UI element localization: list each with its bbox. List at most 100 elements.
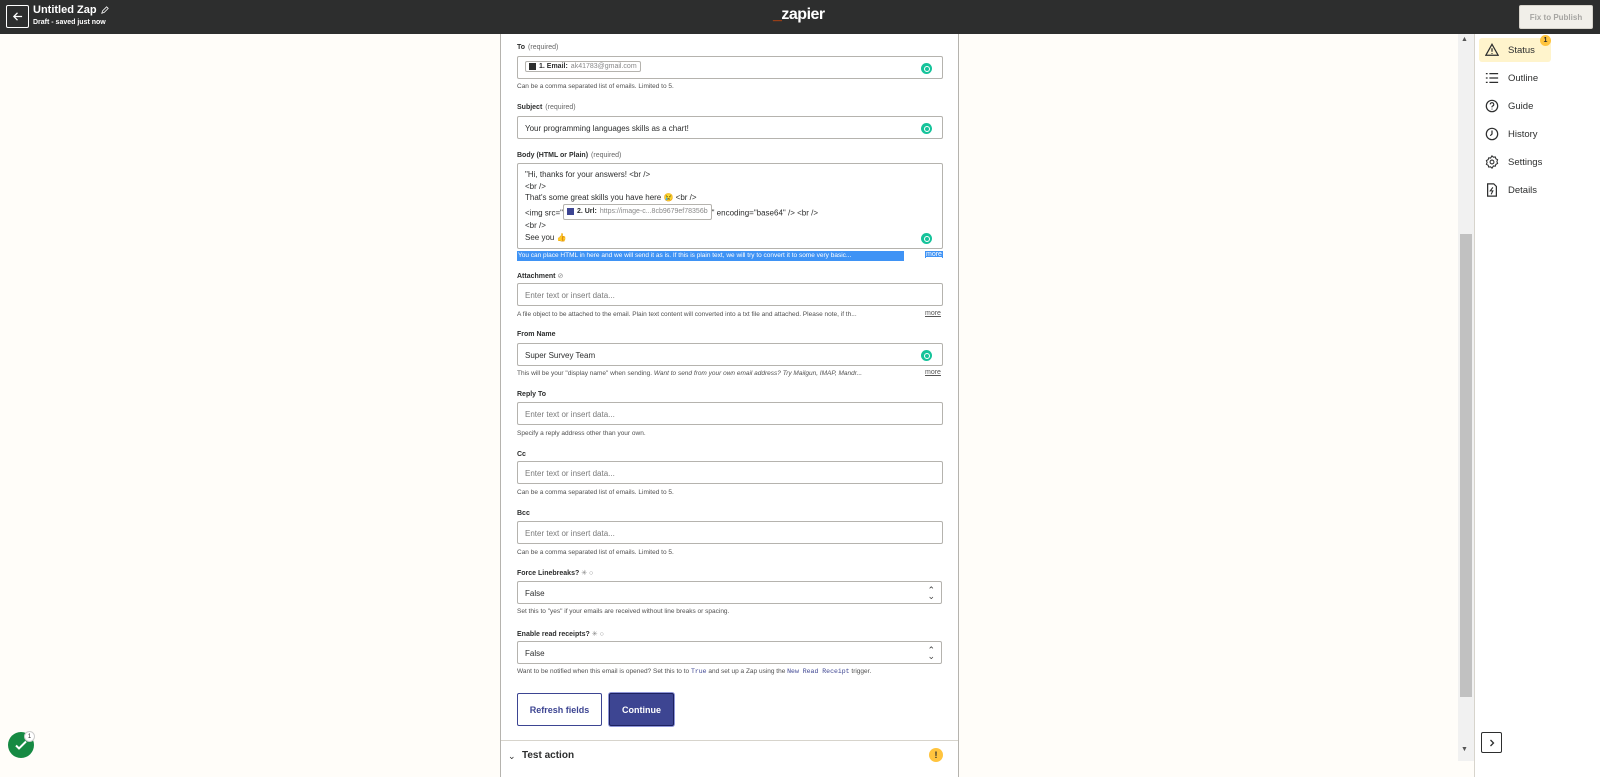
force-linebreaks-select[interactable]: False ⌃ ⌄ [517, 581, 942, 604]
help-text: This will be your "display name" when se… [517, 370, 653, 377]
sidebar-item-guide[interactable]: Guide [1479, 94, 1551, 118]
reply-to-help: Specify a reply address other than your … [517, 430, 646, 437]
sidebar-item-details[interactable]: Details [1479, 178, 1551, 202]
sidebar-item-settings[interactable]: Settings [1479, 150, 1551, 174]
cc-help: Can be a comma separated list of emails.… [517, 489, 674, 496]
expand-sidebar-button[interactable] [1481, 732, 1502, 753]
help-italic-text: Want to send from your own email address… [653, 370, 863, 377]
read-receipts-select[interactable]: False ⌃ ⌄ [517, 641, 942, 664]
refresh-fields-button[interactable]: Refresh fields [517, 693, 602, 726]
scroll-up-arrow[interactable]: ▲ [1461, 36, 1468, 43]
help-code: True [690, 668, 707, 675]
subject-label: Subject (required) [517, 104, 576, 111]
zap-title-text: Untitled Zap [33, 4, 97, 16]
subject-label-text: Subject [517, 104, 543, 111]
body-line: <br /> [525, 181, 546, 191]
clock-icon [1485, 127, 1499, 141]
cc-field[interactable]: Enter text or insert data... [517, 461, 943, 484]
attachment-label-text: Attachment [517, 273, 556, 280]
body-line: <img src=" 2. Url: https://image-c...8cb96… [525, 204, 935, 220]
read-receipts-label: Enable read receipts? ✳ ○ [517, 630, 604, 638]
email-data-pill[interactable]: 1. Email: ak41783@gmail.com [525, 61, 641, 72]
grammarly-icon[interactable] [921, 233, 932, 244]
zap-title[interactable]: Untitled Zap [33, 4, 109, 16]
url-data-pill[interactable]: 2. Url: https://image-c...8cb9679ef78356b [562, 204, 712, 220]
help-code: New Read Receipt [787, 668, 850, 675]
subject-field[interactable]: Your programming languages skills as a c… [517, 116, 943, 139]
sidebar-item-label: Settings [1508, 156, 1543, 168]
body-text: <img src=" [525, 208, 563, 218]
select-value: False [525, 589, 545, 598]
help-text: and set up a Zap using the [708, 668, 786, 675]
attachment-placeholder: Enter text or insert data... [525, 291, 615, 300]
pencil-icon[interactable] [100, 6, 109, 14]
from-name-help: This will be your "display name" when se… [517, 370, 921, 377]
grammarly-icon[interactable] [921, 63, 932, 74]
gear-icon [1485, 155, 1499, 169]
continue-button[interactable]: Continue [609, 693, 674, 726]
to-help: Can be a comma separated list of emails.… [517, 83, 674, 90]
body-label-text: Body (HTML or Plain) [517, 152, 589, 159]
cc-label: Cc [517, 451, 526, 458]
grammarly-icon[interactable] [921, 123, 932, 134]
fix-to-publish-button[interactable]: Fix to Publish [1519, 5, 1593, 29]
bcc-field[interactable]: Enter text or insert data... [517, 521, 943, 544]
required-tag: (required) [545, 104, 576, 111]
status-badge: 1 [1540, 35, 1551, 46]
help-text: Want to be notified when this email is o… [517, 668, 690, 675]
bcc-help: Can be a comma separated list of emails.… [517, 549, 674, 556]
arrow-left-icon [12, 12, 23, 21]
sidebar-item-outline[interactable]: Outline [1479, 66, 1551, 90]
force-linebreaks-help: Set this to "yes" if your emails are rec… [517, 608, 730, 615]
from-name-value: Super Survey Team [525, 351, 596, 360]
help-text: trigger. [851, 668, 872, 675]
reply-to-field[interactable]: Enter text or insert data... [517, 402, 943, 425]
right-sidebar: Status Outline Guide History Settings De… [1474, 34, 1600, 777]
body-more-link[interactable]: more [925, 251, 943, 258]
warning-icon: ! [929, 748, 943, 762]
warning-icon [1485, 43, 1499, 56]
select-value: False [525, 649, 545, 658]
attachment-field[interactable]: Enter text or insert data... [517, 283, 943, 306]
option-icons: ✳ ○ [581, 570, 594, 577]
action-config-panel: To (required) 1. Email: ak41783@gmail.com… [500, 34, 959, 777]
save-status: Draft - saved just now [33, 19, 106, 26]
sidebar-item-label: Outline [1508, 72, 1539, 84]
subject-value: Your programming languages skills as a c… [525, 124, 689, 133]
body-field[interactable]: "Hi, thanks for your answers! <br /> <br… [517, 163, 943, 249]
sidebar-item-history[interactable]: History [1479, 122, 1551, 146]
image-app-icon [566, 208, 574, 216]
attachment-label: Attachment ⊘ [517, 272, 563, 280]
read-receipts-help: Want to be notified when this email is o… [517, 668, 871, 675]
cc-placeholder: Enter text or insert data... [525, 469, 615, 478]
body-line: See you 👍 [525, 232, 567, 242]
pill-label: 2. Url: [576, 208, 597, 216]
sidebar-item-label: Details [1508, 184, 1538, 196]
chevron-down-icon: ⌄ [508, 751, 516, 761]
back-button[interactable] [6, 5, 29, 28]
body-label: Body (HTML or Plain) (required) [517, 152, 621, 159]
grammarly-icon[interactable] [921, 350, 932, 361]
file-bolt-icon [1487, 183, 1497, 197]
body-help: You can place HTML in here and we will s… [517, 251, 904, 261]
list-icon [1485, 73, 1499, 83]
logo-text: zapier [781, 6, 825, 23]
force-linebreaks-label: Force Linebreaks? ✳ ○ [517, 569, 593, 577]
zapier-logo[interactable]: _zapier [773, 6, 825, 24]
attachment-more-link[interactable]: more [925, 310, 941, 317]
from-name-label: From Name [517, 331, 556, 338]
to-field[interactable]: 1. Email: ak41783@gmail.com [517, 56, 943, 79]
required-tag: (required) [591, 152, 622, 159]
from-name-field[interactable]: Super Survey Team [517, 343, 943, 366]
read-receipts-label-text: Enable read receipts? [517, 631, 590, 638]
body-text: " encoding="base64" /> <br /> [711, 208, 818, 218]
body-line: That's some great skills you have here 😢… [525, 193, 697, 203]
test-action-section[interactable]: ⌄ Test action ! [501, 740, 958, 777]
scroll-down-arrow[interactable]: ▼ [1461, 746, 1468, 753]
force-linebreaks-label-text: Force Linebreaks? [517, 570, 580, 577]
body-line: <br /> [525, 220, 546, 230]
from-name-more-link[interactable]: more [925, 369, 941, 376]
chevron-updown-icon: ⌃ ⌄ [927, 645, 935, 661]
chevron-updown-icon: ⌃ ⌄ [927, 585, 935, 601]
scrollbar-thumb[interactable] [1460, 234, 1472, 697]
